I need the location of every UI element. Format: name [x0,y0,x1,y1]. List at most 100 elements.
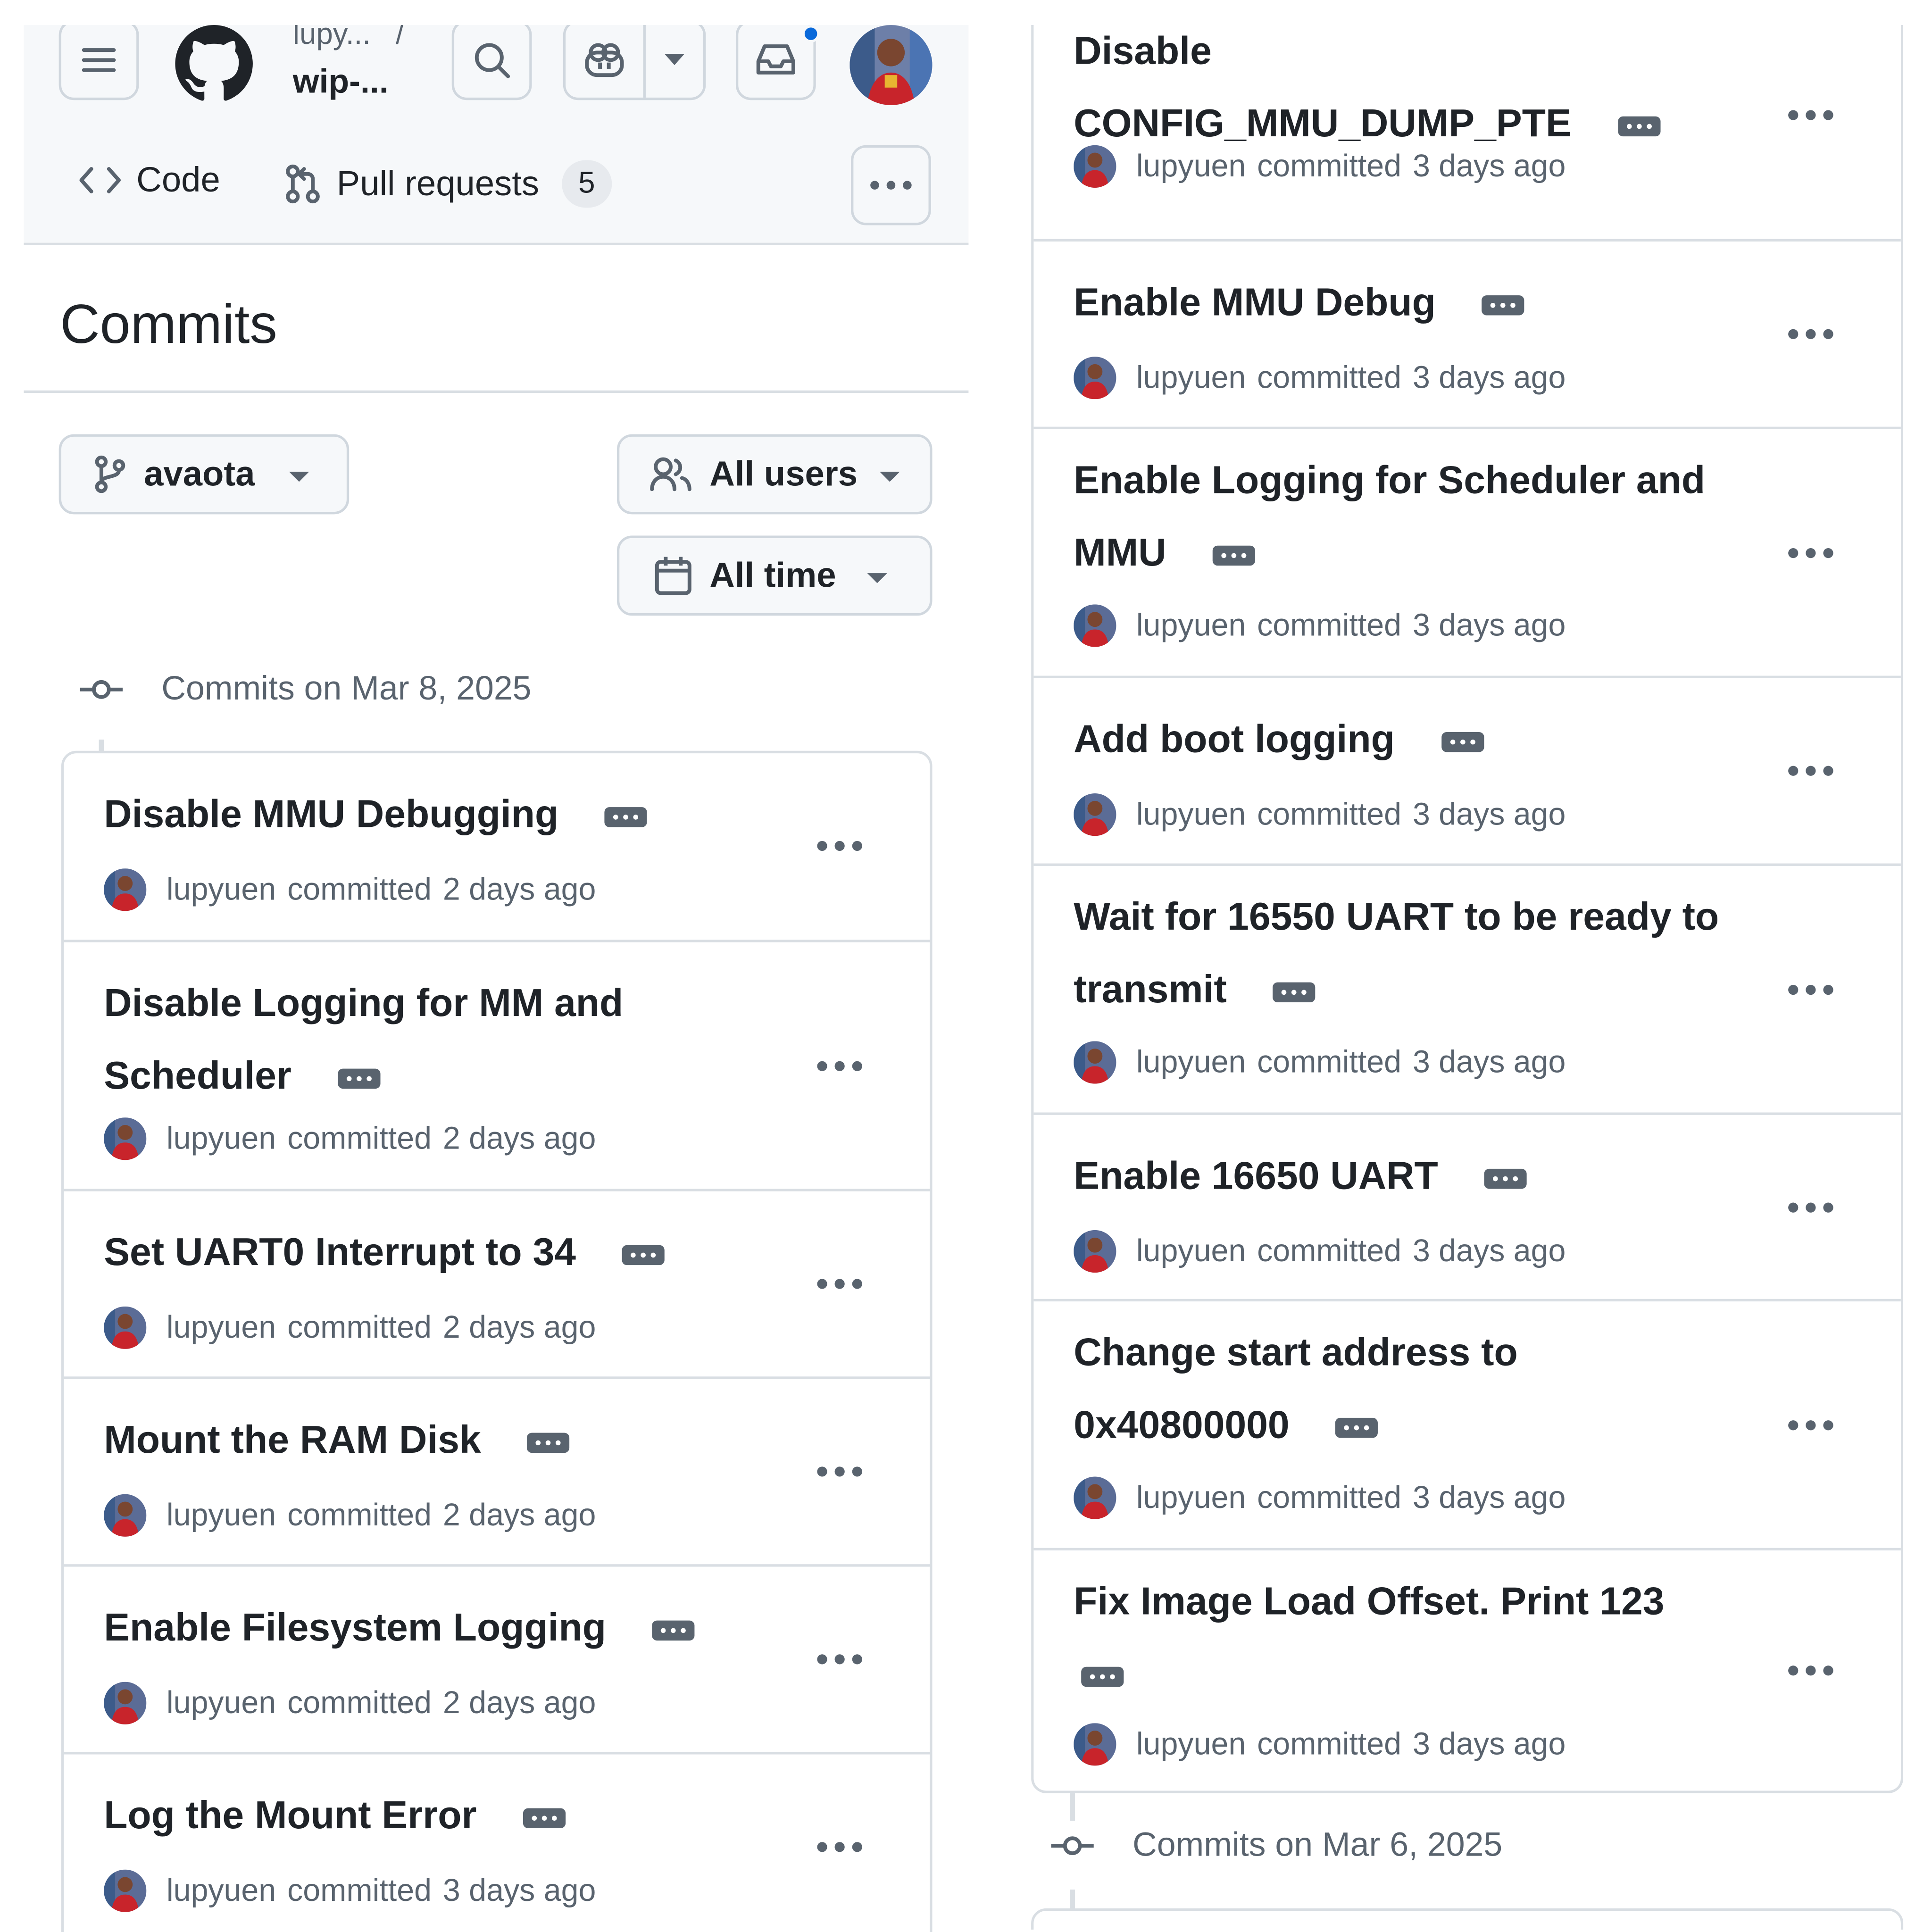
tab-code[interactable]: Code [79,160,220,200]
commit-actions-kebab-icon[interactable] [1788,1420,1838,1433]
commit-message-link[interactable]: Mount the RAM Disk [104,1418,481,1462]
commit-message-link[interactable]: Log the Mount Error [104,1793,476,1837]
commit-actions-kebab-icon[interactable] [817,1654,867,1667]
commit-message-link[interactable]: Fix Image Load Offset. Print 123 [1074,1579,1664,1623]
commit-meta: lupyuen committed 2 days ago [104,1117,596,1160]
commit-author-link[interactable]: lupyuen [167,1685,276,1721]
more-tabs-button[interactable] [851,145,931,225]
author-avatar[interactable] [1074,1723,1116,1766]
commit-actions-kebab-icon[interactable] [1788,110,1838,123]
ellipsis-expander-icon[interactable] [645,1612,702,1649]
users-filter[interactable]: All users [616,434,933,515]
ellipsis-expander-icon[interactable] [1328,1409,1386,1447]
repo-header: lupy... / wip-... Code Pull requests 5 [24,25,969,245]
commit-author-link[interactable]: lupyuen [1136,1726,1246,1763]
owner-text: lupy... [292,25,371,51]
commit-actions-kebab-icon[interactable] [1788,766,1838,779]
ellipsis-expander-icon[interactable] [1205,537,1263,575]
commit-message-link[interactable]: Enable Filesystem Logging [104,1606,606,1649]
commit-title-block: Wait for 16550 UART to be ready to trans… [1074,881,1749,1026]
notification-indicator [802,25,820,43]
commit-author-link[interactable]: lupyuen [1136,1044,1246,1081]
commit-action-text: committed [1257,1726,1402,1762]
commit-author-link[interactable]: lupyuen [167,1309,276,1346]
commit-title-block: Add boot logging [1074,703,1749,776]
commit-relative-time: 3 days ago [1412,608,1566,643]
commit-actions-kebab-icon[interactable] [1788,984,1838,998]
menu-button[interactable] [58,25,139,100]
commit-author-link[interactable]: lupyuen [167,1873,276,1909]
author-avatar[interactable] [1074,357,1116,400]
commit-author-link[interactable]: lupyuen [1136,1480,1246,1516]
commit-author-link[interactable]: lupyuen [1136,797,1246,833]
author-avatar[interactable] [1074,604,1116,647]
repo-owner-link[interactable]: lupy... / [293,25,404,52]
commit-author-link[interactable]: lupyuen [167,1121,276,1157]
ellipsis-expander-icon[interactable] [1074,1658,1131,1696]
commit-actions-kebab-icon[interactable] [817,1842,867,1855]
branch-selector[interactable]: avaota [58,434,350,515]
commit-author-link[interactable]: lupyuen [1136,608,1246,644]
search-button[interactable] [451,25,532,100]
ellipsis-expander-icon[interactable] [1610,108,1668,145]
pull-requests-count: 5 [561,160,612,208]
commit-actions-kebab-icon[interactable] [817,1466,867,1479]
time-filter[interactable]: All time [616,535,933,616]
ellipsis-expander-icon[interactable] [330,1060,388,1098]
commit-message-link[interactable]: Change start address to 0x40800000 [1074,1330,1517,1447]
author-avatar[interactable] [1074,1230,1116,1273]
ellipsis-expander-icon[interactable] [615,1236,672,1274]
commit-message-link[interactable]: Enable 16650 UART [1074,1154,1438,1198]
author-avatar[interactable] [1074,1476,1116,1519]
commit-message-link[interactable]: Add boot logging [1074,717,1395,761]
author-avatar[interactable] [104,1494,147,1537]
user-avatar[interactable] [849,25,933,105]
commit-relative-time: 3 days ago [1412,796,1566,832]
ellipsis-expander-icon[interactable] [598,798,655,836]
commit-actions-kebab-icon[interactable] [1788,329,1838,342]
author-avatar[interactable] [104,1869,147,1912]
commit-author-link[interactable]: lupyuen [1136,1233,1246,1270]
commit-actions-kebab-icon[interactable] [817,1279,867,1291]
commit-relative-time: 2 days ago [442,1497,596,1532]
ellipsis-expander-icon[interactable] [1266,974,1323,1011]
commit-author-link[interactable]: lupyuen [167,872,276,908]
repo-name-link[interactable]: wip-... [293,63,389,101]
copilot-menu-button[interactable] [646,25,703,98]
commit-list-continued: Disable CONFIG_MMU_DUMP_PTE lupyuen commi… [1031,25,1904,1793]
ellipsis-expander-icon[interactable] [516,1799,573,1837]
commit-message-link[interactable]: Wait for 16550 UART to be ready to trans… [1074,895,1719,1011]
commit-author-link[interactable]: lupyuen [167,1497,276,1533]
ellipsis-expander-icon[interactable] [1433,723,1491,761]
copilot-button[interactable] [566,25,646,98]
github-logo-icon[interactable] [174,25,254,102]
screenshot-stage: lupy... / wip-... Code Pull requests 5 C… [0,0,1932,1932]
commit-message-link[interactable]: Enable Logging for Scheduler and MMU [1074,458,1705,575]
commit-actions-kebab-icon[interactable] [1788,1666,1838,1678]
commit-message-link[interactable]: Disable MMU Debugging [104,792,558,836]
tab-pull-requests[interactable]: Pull requests 5 [284,160,612,208]
commit-title-block: Log the Mount Error [104,1780,755,1852]
commit-row: Change start address to 0x40800000 lupyu… [1033,1299,1901,1548]
commit-actions-kebab-icon[interactable] [1788,1202,1838,1216]
author-avatar[interactable] [104,1682,147,1724]
commit-author-link[interactable]: lupyuen [1136,148,1246,184]
commit-message-link[interactable]: Enable MMU Debug [1074,280,1436,324]
ellipsis-expander-icon[interactable] [520,1424,577,1462]
author-avatar[interactable] [1074,145,1116,188]
commit-actions-kebab-icon[interactable] [1788,548,1838,561]
author-avatar[interactable] [1074,793,1116,836]
commit-actions-kebab-icon[interactable] [817,841,867,854]
commit-message-link[interactable]: Set UART0 Interrupt to 34 [104,1230,576,1274]
ellipsis-expander-icon[interactable] [1477,1160,1534,1198]
commit-actions-kebab-icon[interactable] [817,1061,867,1074]
author-avatar[interactable] [104,868,147,911]
commit-group-date: Commits on Mar 6, 2025 [1132,1825,1503,1864]
code-icon [79,167,121,193]
author-avatar[interactable] [1074,1041,1116,1084]
author-avatar[interactable] [104,1306,147,1349]
commit-message-link[interactable]: Disable CONFIG_MMU_DUMP_PTE [1074,29,1572,145]
ellipsis-expander-icon[interactable] [1474,286,1532,324]
author-avatar[interactable] [104,1117,147,1160]
commit-author-link[interactable]: lupyuen [1136,360,1246,396]
